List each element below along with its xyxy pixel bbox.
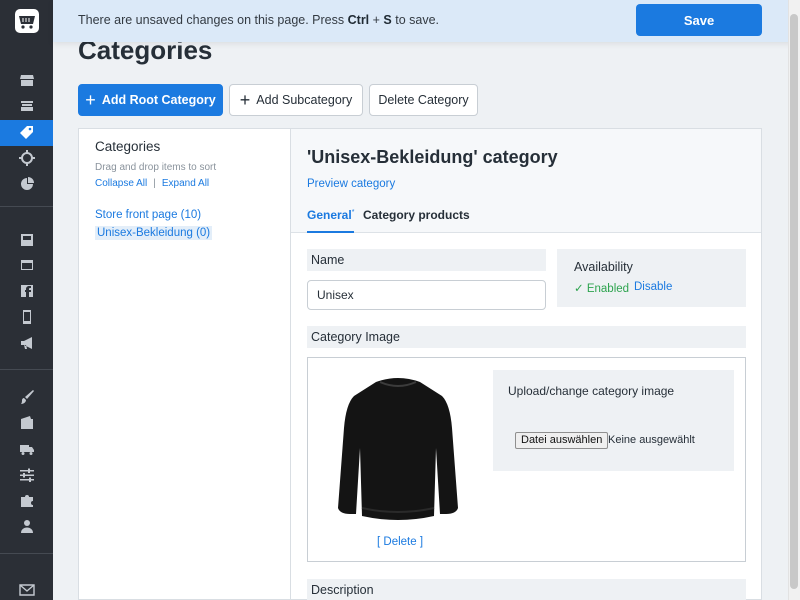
mail-icon[interactable] (0, 577, 53, 600)
upload-title: Upload/change category image (508, 384, 675, 398)
app-sidebar (0, 0, 53, 600)
availability-label: Availability (574, 260, 633, 274)
unsaved-changes-banner: There are unsaved changes on this page. … (53, 0, 800, 42)
pie-chart-icon[interactable] (0, 171, 53, 197)
store-icon[interactable] (0, 67, 53, 93)
add-subcategory-button[interactable]: + Add Subcategory (229, 84, 363, 116)
preview-category-link[interactable]: Preview category (307, 178, 395, 190)
name-label: Name (307, 249, 546, 271)
tag-icon[interactable] (0, 120, 53, 146)
delete-category-button[interactable]: Delete Category (369, 84, 478, 116)
s-key: S (383, 13, 392, 27)
availability-status: ✓ Enabled (574, 281, 629, 295)
plus-icon: + (85, 90, 96, 110)
category-title: 'Unisex-Bekleidung' category (307, 147, 558, 167)
drag-hint: Drag and drop items to sort (95, 162, 217, 173)
unsaved-marker: * (351, 209, 355, 216)
facebook-icon[interactable] (0, 278, 53, 304)
no-file-selected-text: Keine ausgewählt (608, 434, 695, 446)
sidebar-separator (0, 206, 53, 207)
category-image-sweater (338, 378, 458, 520)
category-edit-panel: 'Unisex-Bekleidung' category Preview cat… (290, 128, 762, 600)
scrollbar-thumb[interactable] (790, 14, 798, 589)
brush-icon[interactable] (0, 384, 53, 410)
tab-general[interactable]: General* (307, 208, 355, 233)
unsaved-changes-message: There are unsaved changes on this page. … (78, 13, 439, 27)
mobile-icon[interactable] (0, 304, 53, 330)
website-icon[interactable] (0, 252, 53, 278)
enabled-label: Enabled (586, 283, 630, 295)
tree-item-unisex-bekleidung[interactable]: Unisex-Bekleidung (0) (95, 226, 213, 240)
ctrl-key: Ctrl (347, 13, 370, 27)
collapse-all-link[interactable]: Collapse All (95, 178, 147, 189)
choose-file-button[interactable]: Datei auswählen (515, 432, 609, 449)
user-icon[interactable] (0, 513, 53, 539)
tab-category-products[interactable]: Category products (363, 208, 470, 233)
add-subcategory-label: Add Subcategory (256, 93, 353, 107)
save-button[interactable]: Save (636, 4, 762, 36)
sidebar-separator (0, 553, 53, 554)
separator: | (153, 178, 156, 189)
catalog-icon[interactable] (0, 93, 53, 119)
category-tree-panel: Categories Drag and drop items to sort C… (78, 128, 291, 600)
logo-icon[interactable] (15, 9, 39, 33)
add-root-category-button[interactable]: + Add Root Category (78, 84, 223, 116)
checkmark-icon: ✓ (574, 283, 584, 295)
category-image-box: [ Delete ] Upload/change category image … (307, 357, 746, 562)
delete-image-link[interactable]: [ Delete ] (377, 536, 423, 548)
storage-icon[interactable] (0, 227, 53, 253)
target-icon[interactable] (0, 145, 53, 171)
plus-icon: + (239, 90, 251, 110)
name-input[interactable] (307, 280, 546, 310)
expand-all-link[interactable]: Expand All (162, 178, 209, 189)
edit-header: 'Unisex-Bekleidung' category Preview cat… (291, 129, 761, 233)
sidebar-separator (0, 369, 53, 370)
category-tree-title: Categories (95, 139, 161, 154)
category-image-label: Category Image (307, 326, 746, 348)
disable-link[interactable]: Disable (634, 281, 672, 293)
availability-box: Availability ✓ Enabled Disable (557, 249, 746, 307)
add-root-category-label: Add Root Category (101, 93, 216, 107)
megaphone-icon[interactable] (0, 330, 53, 356)
description-label: Description (307, 579, 746, 600)
upload-image-box: Upload/change category image Datei auswä… (493, 370, 734, 471)
puzzle-icon[interactable] (0, 488, 53, 514)
sliders-icon[interactable] (0, 462, 53, 488)
tab-general-label: General (307, 208, 352, 222)
tree-item-store-front-page[interactable]: Store front page (10) (95, 209, 201, 221)
truck-icon[interactable] (0, 436, 53, 462)
tree-controls: Collapse All | Expand All (95, 178, 209, 189)
wallet-icon[interactable] (0, 410, 53, 436)
vertical-scrollbar[interactable] (788, 0, 800, 600)
